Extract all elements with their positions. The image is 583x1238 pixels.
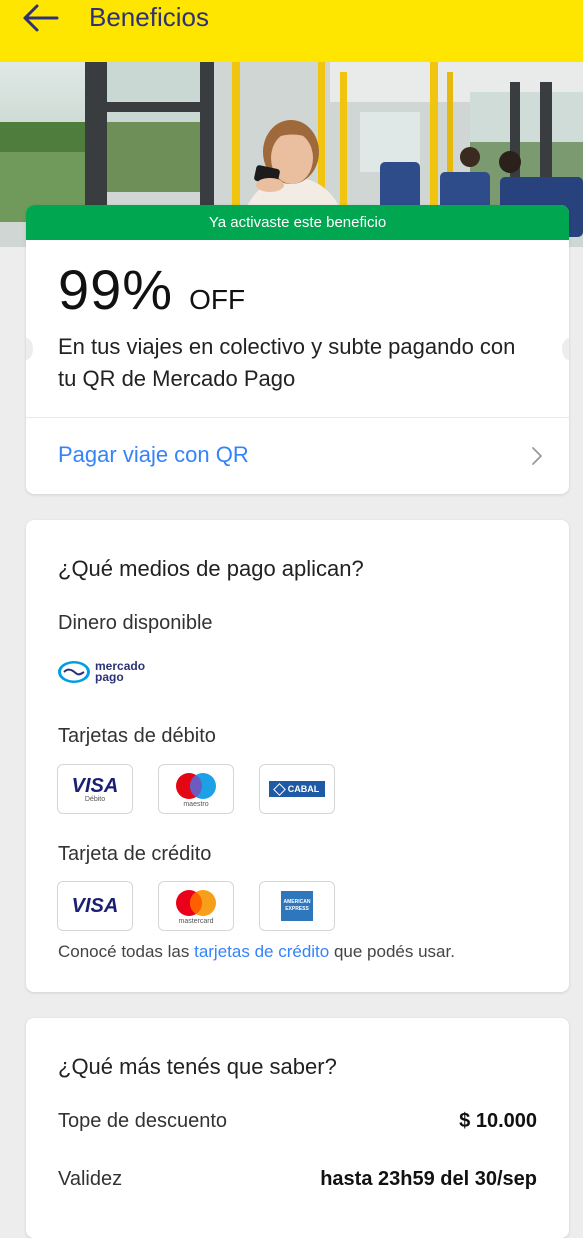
discount-value: 99% (58, 258, 174, 321)
pay-with-qr-label: Pagar viaje con QR (58, 442, 249, 467)
chevron-right-icon (532, 447, 542, 465)
credit-card-label: Tarjeta de crédito (58, 843, 212, 865)
payment-methods-card: ¿Qué medios de pago aplican? Dinero disp… (26, 520, 569, 992)
validity-row: Validez hasta 23h59 del 30/sep (58, 1168, 537, 1191)
info-title: ¿Qué más tenés que saber? (58, 1054, 337, 1079)
debit-cards-label: Tarjetas de débito (58, 725, 216, 747)
handshake-icon (58, 661, 90, 683)
maestro-logo: maestro (158, 764, 234, 814)
cabal-logo: CABAL (259, 764, 335, 814)
discount-cap-value: $ 10.000 (459, 1110, 537, 1132)
info-card: ¿Qué más tenés que saber? Tope de descue… (26, 1018, 569, 1238)
discount: 99% OFF (58, 257, 245, 322)
discount-cap-label: Tope de descuento (58, 1110, 228, 1132)
amex-logo: AMERICAN EXPRESS (259, 881, 335, 931)
visa-debit-logo: VISA Débito (57, 764, 133, 814)
card-notch-right (562, 338, 569, 360)
available-money-label: Dinero disponible (58, 612, 213, 634)
benefit-active-banner: Ya activaste este beneficio (26, 205, 569, 240)
page-title: Beneficios (89, 2, 209, 32)
benefit-card: Ya activaste este beneficio 99% OFF En t… (26, 205, 569, 494)
credit-cards-link[interactable]: tarjetas de crédito (194, 942, 329, 961)
back-button[interactable] (18, 0, 62, 36)
credit-cards-note: Conocé todas las tarjetas de crédito que… (58, 942, 455, 961)
mercadopago-logo: mercado pago (57, 660, 145, 684)
validity-label: Validez (58, 1168, 123, 1190)
top-app-bar: Beneficios (0, 0, 583, 62)
mastercard-logo: mastercard (158, 881, 234, 931)
card-notch-left (26, 338, 33, 360)
validity-value: hasta 23h59 del 30/sep (320, 1168, 537, 1190)
visa-credit-logo: VISA (57, 881, 133, 931)
discount-suffix: OFF (189, 284, 246, 315)
benefit-description: En tus viajes en colectivo y subte pagan… (58, 334, 516, 391)
discount-cap-row: Tope de descuento $ 10.000 (58, 1110, 537, 1133)
pay-with-qr-link[interactable]: Pagar viaje con QR (26, 418, 569, 494)
payment-methods-title: ¿Qué medios de pago aplican? (58, 556, 364, 581)
arrow-left-icon (23, 4, 59, 32)
